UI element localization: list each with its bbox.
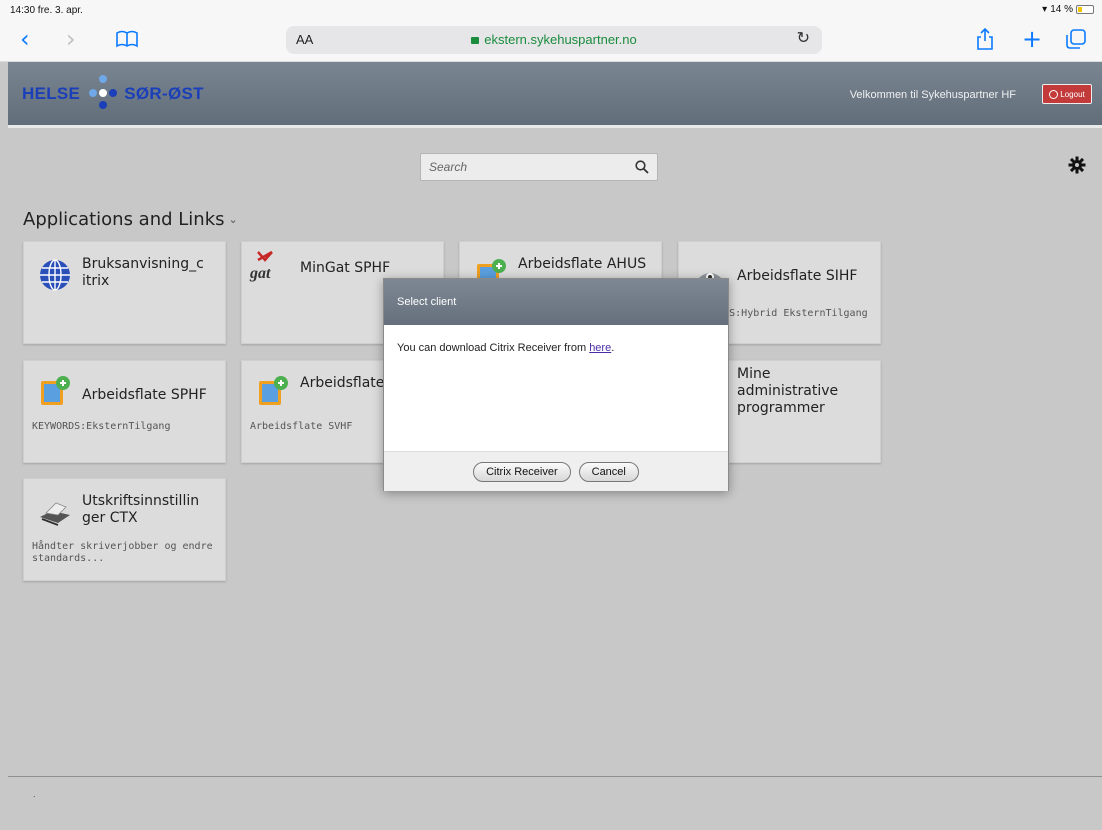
search-icon[interactable]: [635, 157, 649, 178]
download-link[interactable]: here: [589, 342, 611, 354]
gat-logo-icon: gat: [249, 250, 273, 282]
tile-name: Arbeidsflate SPHF: [82, 387, 207, 403]
back-icon[interactable]: ‹: [20, 24, 30, 54]
battery-icon: [1076, 5, 1094, 14]
lock-icon: [471, 37, 480, 44]
status-bar: 14:30 fre. 3. apr. ▾ 14 %: [0, 0, 1102, 20]
tabs-icon[interactable]: [1066, 24, 1086, 56]
share-icon[interactable]: [976, 24, 994, 57]
power-icon: [1049, 89, 1059, 99]
cancel-button[interactable]: Cancel: [578, 461, 639, 482]
wifi-icon: ▾: [1042, 4, 1048, 15]
logout-button[interactable]: Logout: [1042, 84, 1092, 104]
printer-icon: [40, 502, 70, 526]
section-title[interactable]: Applications and Links ⌄: [23, 209, 238, 230]
globe-icon: [40, 259, 70, 291]
logo-dots-icon: [85, 74, 119, 109]
select-client-dialog: Select client You can download Citrix Re…: [383, 278, 729, 491]
dialog-title: Select client: [384, 279, 728, 325]
tile-name: MinGat SPHF: [300, 260, 391, 276]
reload-icon[interactable]: ↻: [797, 28, 810, 47]
url-bar[interactable]: AA ekstern.sykehuspartner.no ↻: [286, 26, 822, 54]
tile-name: Arbeidsflate AHUS: [518, 256, 647, 272]
footer-divider: [8, 776, 1102, 777]
site-header: HELSE SØR-ØST Velkommen til Sykehuspartn…: [8, 62, 1102, 128]
tile-name: Mine administrative programmer: [737, 366, 839, 416]
welcome-text: Velkommen til Sykehuspartner HF: [849, 89, 1016, 101]
search-input[interactable]: [421, 154, 621, 180]
app-tile-bruksanvisning[interactable]: Bruksanvisning_c itrix: [23, 241, 226, 344]
dialog-footer: Citrix Receiver Cancel: [384, 451, 728, 491]
dialog-body: You can download Citrix Receiver from he…: [384, 325, 728, 451]
chevron-down-icon: ⌄: [228, 213, 238, 226]
tile-name: Arbeidsflate SIHF: [737, 268, 858, 284]
bookmarks-icon[interactable]: [116, 24, 138, 58]
footer-text: .: [33, 790, 36, 799]
citrix-app-icon: [41, 376, 70, 405]
status-right: ▾ 14 %: [1042, 4, 1094, 15]
app-tile-utskrift[interactable]: Utskriftsinnstillin ger CTX Håndter skri…: [23, 478, 226, 581]
logo-text-left: HELSE: [22, 84, 81, 103]
tile-keywords: Håndter skriverjobber og endre standards…: [32, 541, 213, 564]
tile-name: Utskriftsinnstillin ger CTX: [82, 493, 200, 526]
search-box: [420, 153, 658, 181]
browser-toolbar: ‹ › AA ekstern.sykehuspartner.no ↻ +: [0, 20, 1102, 62]
citrix-app-icon: [259, 376, 288, 405]
section-title-text: Applications and Links: [23, 209, 225, 230]
gear-icon[interactable]: [1068, 156, 1086, 179]
status-time: 14:30 fre. 3. apr.: [10, 5, 83, 16]
app-tile-sphf[interactable]: Arbeidsflate SPHF KEYWORDS:EksternTilgan…: [23, 360, 226, 463]
logo-text-right: SØR-ØST: [124, 84, 204, 103]
forward-icon[interactable]: ›: [66, 24, 76, 54]
tile-name: Bruksanvisning_c itrix: [82, 256, 204, 289]
url-domain: ekstern.sykehuspartner.no: [484, 32, 637, 47]
battery-percent: 14 %: [1050, 4, 1073, 15]
tile-keywords: KEYWORDS:EksternTilgang: [32, 421, 171, 432]
url-text[interactable]: ekstern.sykehuspartner.no: [286, 32, 822, 47]
citrix-receiver-button[interactable]: Citrix Receiver: [473, 461, 571, 482]
new-tab-icon[interactable]: +: [1022, 24, 1042, 54]
logout-label: Logout: [1060, 89, 1085, 99]
svg-text:gat: gat: [249, 265, 271, 282]
dialog-message: You can download Citrix Receiver from: [397, 342, 590, 354]
helse-sor-ost-logo[interactable]: HELSE SØR-ØST: [22, 74, 204, 109]
dialog-message-end: .: [611, 342, 615, 354]
